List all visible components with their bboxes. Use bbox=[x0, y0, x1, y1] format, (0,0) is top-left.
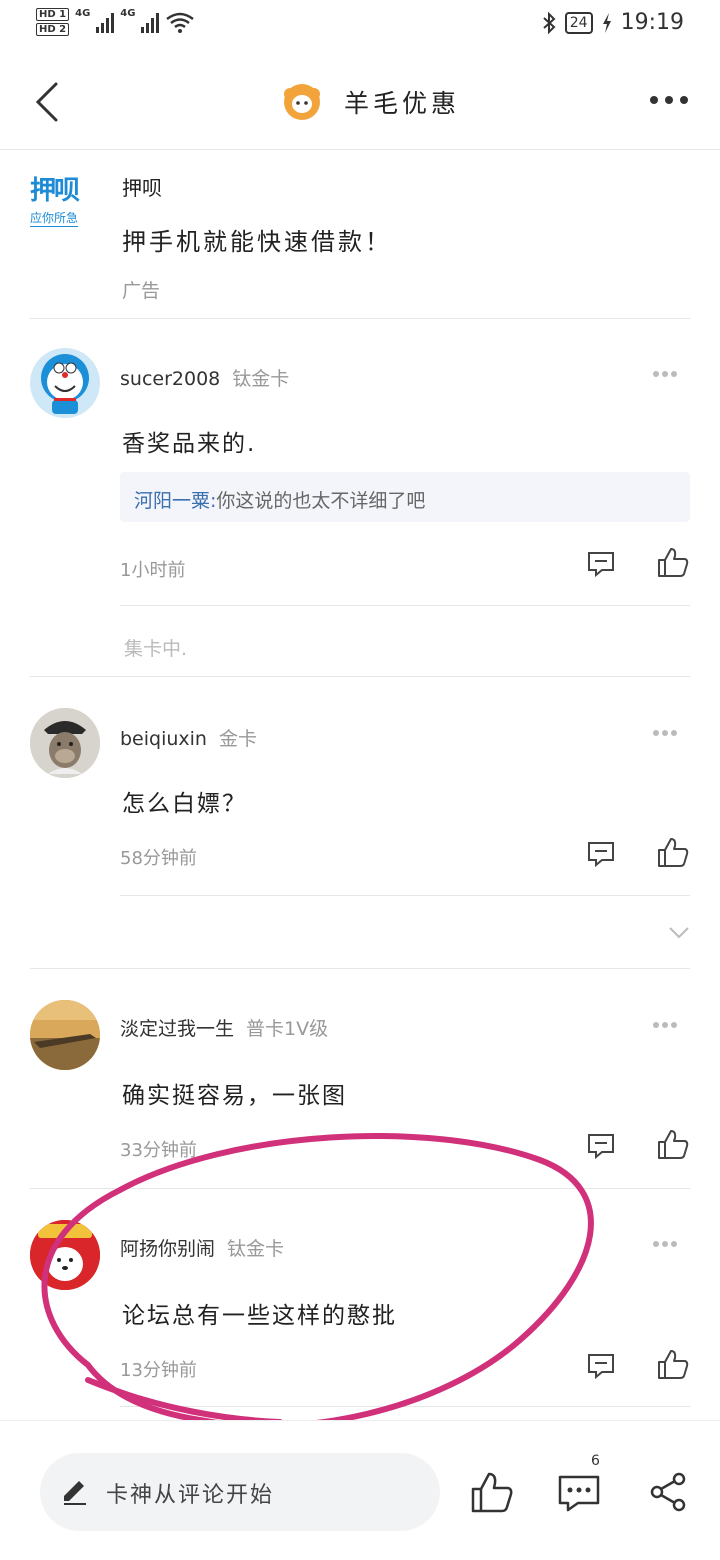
avatar[interactable] bbox=[30, 708, 100, 778]
signal-icon bbox=[96, 11, 115, 33]
annotation-ellipse bbox=[41, 1133, 594, 1430]
page-title: 羊毛优惠 bbox=[344, 89, 461, 118]
comment-time: 58分钟前 bbox=[120, 848, 197, 869]
divider bbox=[120, 895, 690, 896]
ad-text: 押手机就能快速借款！ bbox=[122, 228, 392, 256]
share-icon[interactable] bbox=[648, 1471, 688, 1513]
username[interactable]: 淡定过我一生 bbox=[120, 1018, 234, 1040]
charging-icon bbox=[602, 12, 611, 33]
status-right: 24 19:19 bbox=[541, 10, 684, 35]
comment-time: 1小时前 bbox=[120, 560, 186, 581]
sim1-label: HD 1 bbox=[36, 8, 70, 21]
avatar[interactable] bbox=[30, 348, 100, 418]
like-post-icon[interactable] bbox=[470, 1471, 514, 1513]
like-icon[interactable] bbox=[656, 836, 690, 868]
chevron-down-icon[interactable] bbox=[668, 926, 690, 940]
reply-icon[interactable] bbox=[586, 550, 616, 578]
comment-author[interactable]: beiqiuxin 金卡 bbox=[120, 724, 257, 751]
comment-time: 13分钟前 bbox=[120, 1360, 197, 1381]
comment-list-icon[interactable] bbox=[556, 1473, 602, 1513]
ad-advertiser: 押呗 bbox=[122, 176, 162, 200]
reply-author[interactable]: 河阳一粟: bbox=[134, 490, 216, 512]
sheep-icon bbox=[284, 84, 320, 120]
comment-more-icon[interactable] bbox=[652, 370, 678, 378]
divider bbox=[30, 968, 690, 969]
like-icon[interactable] bbox=[656, 1348, 690, 1380]
page-title-group: 羊毛优惠 bbox=[282, 82, 460, 122]
like-icon[interactable] bbox=[656, 1128, 690, 1160]
comment-text: 怎么白嫖？ bbox=[122, 791, 247, 817]
avatar[interactable] bbox=[30, 1220, 100, 1290]
ape-avatar-icon bbox=[30, 708, 100, 778]
comment-author[interactable]: 淡定过我一生 普卡1V级 bbox=[120, 1014, 328, 1041]
avatar[interactable] bbox=[30, 1000, 100, 1070]
landscape-avatar-icon bbox=[30, 1000, 100, 1070]
comment-more-icon[interactable] bbox=[652, 1021, 678, 1029]
pen-icon bbox=[64, 1481, 86, 1505]
network-type-2: 4G bbox=[120, 8, 136, 19]
battery-level: 24 bbox=[564, 11, 593, 34]
ad-logo-slogan: 应你所急 bbox=[30, 211, 79, 227]
divider bbox=[30, 318, 690, 319]
reply-text: 你这说的也太不详细了吧 bbox=[216, 490, 426, 512]
divider bbox=[30, 1188, 690, 1189]
clock: 19:19 bbox=[620, 10, 684, 35]
comment-text: 论坛总有一些这样的憨批 bbox=[122, 1303, 397, 1329]
divider bbox=[120, 1406, 690, 1407]
ad-label: 广告 bbox=[122, 280, 161, 302]
festive-dog-avatar-icon bbox=[30, 1220, 100, 1290]
reply-preview[interactable]: 河阳一粟:你这说的也太不详细了吧 bbox=[120, 472, 690, 522]
status-left: HD 1 HD 2 4G 4G bbox=[36, 8, 195, 36]
user-level-badge: 钛金卡 bbox=[227, 1238, 285, 1260]
username[interactable]: 阿扬你别闹 bbox=[120, 1238, 215, 1260]
reply-icon[interactable] bbox=[586, 1132, 616, 1160]
comment-count-badge: 6 bbox=[591, 1453, 600, 1469]
comment-text: 确实挺容易，一张图 bbox=[122, 1083, 347, 1109]
user-level-badge: 金卡 bbox=[218, 728, 257, 750]
bottom-action-bar: 卡神从评论开始 6 bbox=[0, 1420, 720, 1560]
user-level-badge: 钛金卡 bbox=[232, 368, 290, 390]
network-type-1: 4G bbox=[75, 8, 91, 19]
comment-more-icon[interactable] bbox=[652, 729, 678, 737]
comment-text: 香奖品来的. bbox=[122, 431, 257, 457]
ad-logo: 押呗 应你所急 bbox=[30, 170, 102, 234]
comment-input-placeholder: 卡神从评论开始 bbox=[106, 1483, 275, 1508]
comment-time: 33分钟前 bbox=[120, 1140, 197, 1161]
reply-icon[interactable] bbox=[586, 840, 616, 868]
divider bbox=[120, 605, 690, 606]
sim-indicators: HD 1 HD 2 bbox=[36, 8, 70, 36]
reply-icon[interactable] bbox=[586, 1352, 616, 1380]
username[interactable]: beiqiuxin bbox=[120, 728, 207, 750]
comment-input[interactable]: 卡神从评论开始 bbox=[40, 1453, 440, 1531]
sim2-label: HD 2 bbox=[36, 23, 70, 36]
comment-author[interactable]: sucer2008 钛金卡 bbox=[120, 364, 289, 391]
more-options-icon[interactable] bbox=[648, 88, 690, 112]
doraemon-avatar-icon bbox=[41, 354, 89, 414]
username[interactable]: sucer2008 bbox=[120, 368, 220, 390]
signal-icon bbox=[141, 11, 160, 33]
wifi-icon bbox=[166, 12, 195, 33]
status-bar: HD 1 HD 2 4G 4G 24 19:19 bbox=[0, 0, 720, 52]
user-level-badge: 普卡1V级 bbox=[246, 1018, 329, 1040]
like-icon[interactable] bbox=[656, 546, 690, 578]
more-replies-text[interactable]: 集卡中. bbox=[124, 634, 187, 661]
top-nav: 羊毛优惠 bbox=[0, 52, 720, 150]
ad-logo-text: 押呗 bbox=[30, 176, 80, 206]
comment-more-icon[interactable] bbox=[652, 1240, 678, 1248]
comment-author[interactable]: 阿扬你别闹 钛金卡 bbox=[120, 1234, 284, 1261]
bluetooth-icon bbox=[543, 11, 556, 34]
ad-card[interactable]: 押呗 应你所急 押呗 押手机就能快速借款！ 广告 bbox=[0, 152, 720, 318]
divider bbox=[30, 676, 690, 677]
back-icon[interactable] bbox=[28, 78, 68, 126]
